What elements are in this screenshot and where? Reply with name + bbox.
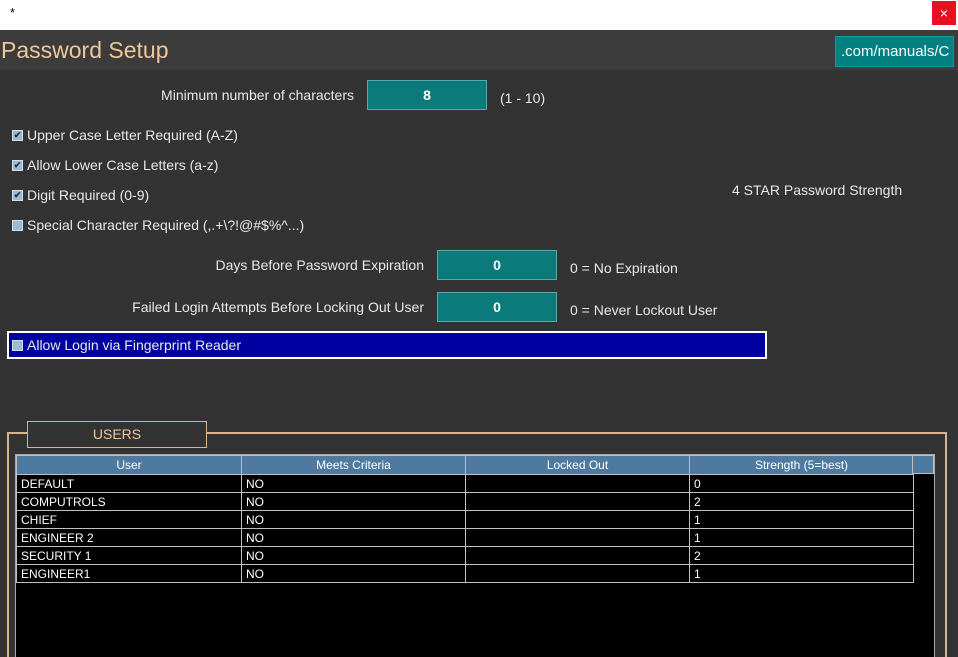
special-char-label: Special Character Required (,.+\?!@#$%^.…	[27, 217, 305, 233]
column-header-locked-out[interactable]: Locked Out	[465, 455, 690, 475]
window-title: *	[10, 5, 16, 20]
min-chars-input[interactable]: 8	[367, 80, 487, 110]
manual-link-button[interactable]: .com/manuals/C	[835, 36, 954, 67]
cell-strength: 2	[689, 492, 914, 511]
table-row[interactable]: CHIEF NO 1	[16, 510, 914, 529]
column-header-strength[interactable]: Strength (5=best)	[689, 455, 914, 475]
fingerprint-label: Allow Login via Fingerprint Reader	[27, 337, 241, 353]
cell-strength: 1	[689, 528, 914, 547]
cell-user: CHIEF	[16, 510, 242, 529]
cell-meets-criteria: NO	[241, 546, 466, 565]
table-header-spacer	[912, 455, 934, 474]
cell-meets-criteria: NO	[241, 564, 466, 583]
cell-strength: 1	[689, 564, 914, 583]
digit-checkbox[interactable]: ✔ Digit Required (0-9)	[12, 187, 149, 203]
cell-meets-criteria: NO	[241, 510, 466, 529]
cell-meets-criteria: NO	[241, 474, 466, 493]
table-row[interactable]: ENGINEER 2 NO 1	[16, 528, 914, 547]
checkbox-check-icon: ✔	[12, 129, 23, 141]
checkbox-check-icon: ✔	[12, 159, 23, 171]
digit-label: Digit Required (0-9)	[27, 187, 150, 203]
page-header: Password Setup .com/manuals/C	[0, 30, 958, 70]
table-row[interactable]: SECURITY 1 NO 2	[16, 546, 914, 565]
cell-strength: 2	[689, 546, 914, 565]
table-row[interactable]: ENGINEER1 NO 1	[16, 564, 914, 583]
fingerprint-checkbox[interactable]: Allow Login via Fingerprint Reader	[12, 337, 241, 353]
cell-user: ENGINEER 2	[16, 528, 242, 547]
password-strength-text: 4 STAR Password Strength	[732, 182, 903, 198]
min-chars-label: Minimum number of characters	[161, 87, 354, 103]
cell-strength: 1	[689, 510, 914, 529]
column-header-user[interactable]: User	[16, 455, 242, 475]
fingerprint-row[interactable]: Allow Login via Fingerprint Reader	[7, 331, 767, 359]
cell-locked-out	[465, 528, 690, 547]
cell-user: ENGINEER1	[16, 564, 242, 583]
window-titlebar: * ×	[0, 0, 958, 30]
expiration-label: Days Before Password Expiration	[215, 257, 424, 273]
cell-strength: 0	[689, 474, 914, 493]
cell-user: DEFAULT	[16, 474, 242, 493]
upper-case-label: Upper Case Letter Required (A-Z)	[27, 127, 238, 143]
lockout-input[interactable]: 0	[437, 292, 557, 322]
cell-locked-out	[465, 546, 690, 565]
cell-user: SECURITY 1	[16, 546, 242, 565]
page-title: Password Setup	[1, 37, 169, 63]
cell-locked-out	[465, 510, 690, 529]
checkbox-check-icon: ✔	[12, 189, 23, 201]
lockout-note: 0 = Never Lockout User	[570, 302, 718, 318]
column-header-meets-criteria[interactable]: Meets Criteria	[241, 455, 466, 475]
users-legend: USERS	[27, 421, 207, 448]
expiration-input[interactable]: 0	[437, 250, 557, 280]
expiration-note: 0 = No Expiration	[570, 260, 678, 276]
cell-user: COMPUTROLS	[16, 492, 242, 511]
close-button[interactable]: ×	[932, 1, 956, 25]
upper-case-checkbox[interactable]: ✔ Upper Case Letter Required (A-Z)	[12, 127, 238, 143]
checkbox-empty-icon	[12, 219, 23, 231]
cell-meets-criteria: NO	[241, 492, 466, 511]
table-row[interactable]: DEFAULT NO 0	[16, 474, 914, 493]
lower-case-label: Allow Lower Case Letters (a-z)	[27, 157, 219, 173]
lockout-label: Failed Login Attempts Before Locking Out…	[132, 299, 424, 315]
min-chars-range: (1 - 10)	[500, 90, 546, 106]
checkbox-empty-icon	[12, 339, 23, 351]
special-char-checkbox[interactable]: Special Character Required (,.+\?!@#$%^.…	[12, 217, 304, 233]
lower-case-checkbox[interactable]: ✔ Allow Lower Case Letters (a-z)	[12, 157, 218, 173]
cell-meets-criteria: NO	[241, 528, 466, 547]
users-table: User Meets Criteria Locked Out Strength …	[15, 454, 935, 657]
cell-locked-out	[465, 492, 690, 511]
cell-locked-out	[465, 474, 690, 493]
table-row[interactable]: COMPUTROLS NO 2	[16, 492, 914, 511]
table-header-row: User Meets Criteria Locked Out Strength …	[16, 455, 914, 475]
cell-locked-out	[465, 564, 690, 583]
